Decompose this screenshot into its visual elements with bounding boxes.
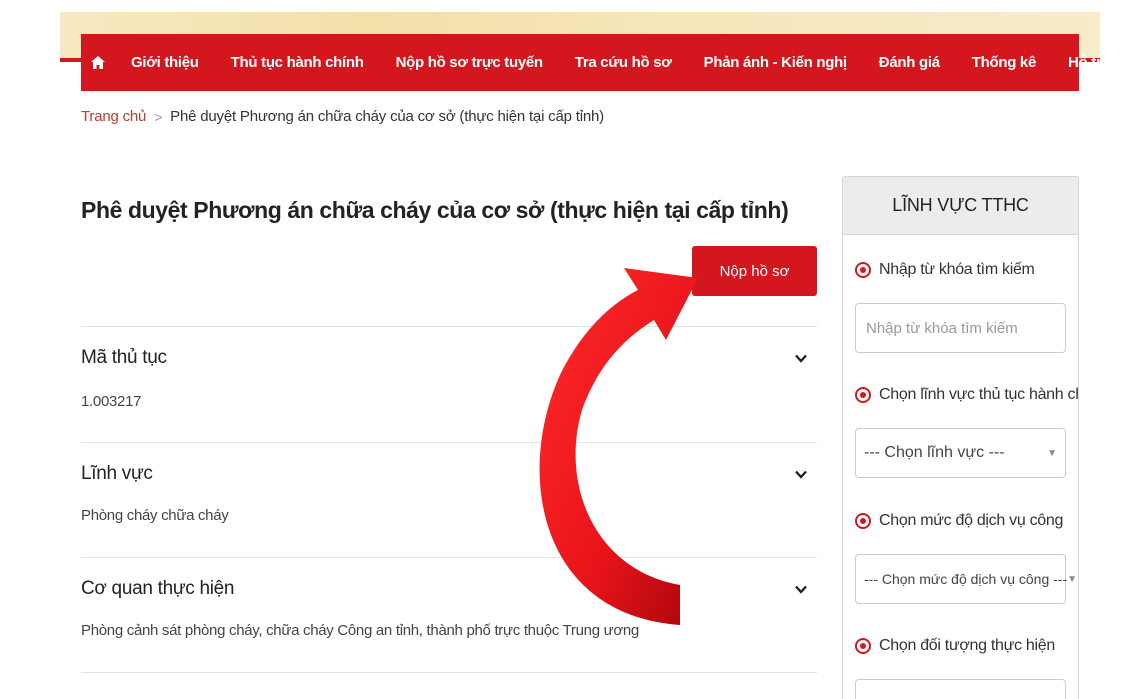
radio-dot <box>860 392 866 398</box>
section-header[interactable]: Lĩnh vực <box>81 463 817 485</box>
chevron-down-icon[interactable] <box>791 348 811 368</box>
nav-item-phan-anh-kien-nghi[interactable]: Phản ánh - Kiến nghị <box>688 34 863 91</box>
level-select-value: --- Chọn mức độ dịch vụ công --- <box>864 571 1068 587</box>
section-ma-thu-tuc: Mã thủ tục 1.003217 <box>81 326 817 442</box>
nav-item-ho-tro[interactable]: Hỗ trợ <box>1052 34 1130 91</box>
section-co-quan-thuc-hien: Cơ quan thực hiện Phòng cảnh sát phòng c… <box>81 557 817 673</box>
field-select[interactable]: --- Chọn lĩnh vực --- ▼ <box>855 428 1066 478</box>
level-label: Chọn mức độ dịch vụ công <box>879 512 1064 529</box>
sidebar-title: LĨNH VỰC TTHC <box>843 177 1078 235</box>
nav-item-nop-ho-so-truc-tuyen[interactable]: Nộp hồ sơ trực tuyến <box>380 34 559 91</box>
submit-dossier-button[interactable]: Nộp hồ sơ <box>692 246 817 296</box>
section-value: Phòng cảnh sát phòng cháy, chữa cháy Côn… <box>81 622 639 639</box>
radio-selected-icon[interactable] <box>855 513 871 529</box>
nav-item-tra-cuu-ho-so[interactable]: Tra cứu hồ sơ <box>559 34 688 91</box>
radio-selected-icon[interactable] <box>855 262 871 278</box>
breadcrumb-separator: > <box>154 108 163 125</box>
breadcrumb-home-link[interactable]: Trang chủ <box>81 108 146 125</box>
nav-label: Tra cứu hồ sơ <box>574 54 672 71</box>
field-label: Chọn lĩnh vực thủ tục hành chính <box>879 386 1078 403</box>
level-select[interactable]: --- Chọn mức độ dịch vụ công --- ▼ <box>855 554 1077 604</box>
chevron-down-icon[interactable] <box>791 464 811 484</box>
nav-label: Giới thiệu <box>131 54 199 71</box>
nav-label: Thủ tục hành chính <box>230 54 364 71</box>
field-radio-option[interactable]: Chọn lĩnh vực thủ tục hành chính <box>855 386 1078 404</box>
chevron-down-icon[interactable] <box>791 579 811 599</box>
nav-item-thu-tuc-hanh-chinh[interactable]: Thủ tục hành chính <box>215 34 380 91</box>
section-title: Mã thủ tục <box>81 347 167 368</box>
home-icon[interactable] <box>91 34 105 91</box>
section-header[interactable]: Mã thủ tục <box>81 347 817 369</box>
target-label: Chọn đối tượng thực hiện <box>879 637 1055 654</box>
nav-label: Đánh giá <box>878 54 940 71</box>
radio-selected-icon[interactable] <box>855 638 871 654</box>
radio-dot <box>860 643 866 649</box>
breadcrumb: Trang chủ > Phê duyệt Phương án chữa chá… <box>81 108 604 125</box>
section-header[interactable]: Cơ quan thực hiện <box>81 578 817 600</box>
keyword-radio-option[interactable]: Nhập từ khóa tìm kiếm <box>855 261 1035 279</box>
select-arrow-icon: ▼ <box>1047 447 1057 459</box>
nav-item-gioi-thieu[interactable]: Giới thiệu <box>115 34 215 91</box>
nav-label: Phản ánh - Kiến nghị <box>703 54 847 71</box>
caret-down-icon <box>1117 60 1126 65</box>
level-radio-option[interactable]: Chọn mức độ dịch vụ công <box>855 512 1063 530</box>
page-title: Phê duyệt Phương án chữa cháy của cơ sở … <box>81 197 789 223</box>
keyword-search-input[interactable]: Nhập từ khóa tìm kiếm <box>855 303 1066 353</box>
nav-item-danh-gia[interactable]: Đánh giá <box>863 34 956 91</box>
sidebar-filter-panel: LĨNH VỰC TTHC Nhập từ khóa tìm kiếm Nhập… <box>842 176 1079 699</box>
target-radio-option[interactable]: Chọn đối tượng thực hiện <box>855 637 1055 655</box>
target-select[interactable] <box>855 679 1066 699</box>
radio-dot <box>860 267 866 273</box>
nav-label: Thống kê <box>971 54 1037 71</box>
radio-dot <box>860 518 866 524</box>
section-title: Cơ quan thực hiện <box>81 578 235 599</box>
nav-label: Nộp hồ sơ trực tuyến <box>395 54 544 71</box>
section-title: Lĩnh vực <box>81 463 153 484</box>
select-arrow-icon: ▼ <box>1067 573 1078 585</box>
keyword-label: Nhập từ khóa tìm kiếm <box>879 261 1035 278</box>
section-value: 1.003217 <box>81 393 142 410</box>
nav-label: Hỗ trợ <box>1068 54 1112 71</box>
radio-selected-icon[interactable] <box>855 387 871 403</box>
section-linh-vuc: Lĩnh vực Phòng cháy chữa cháy <box>81 442 817 557</box>
breadcrumb-current: Phê duyệt Phương án chữa cháy của cơ sở … <box>170 108 604 125</box>
section-value: Phòng cháy chữa cháy <box>81 507 229 524</box>
field-select-value: --- Chọn lĩnh vực --- <box>864 444 1005 461</box>
nav-item-thong-ke[interactable]: Thống kê <box>956 34 1052 91</box>
main-navbar: Giới thiệu Thủ tục hành chính Nộp hồ sơ … <box>81 34 1126 91</box>
